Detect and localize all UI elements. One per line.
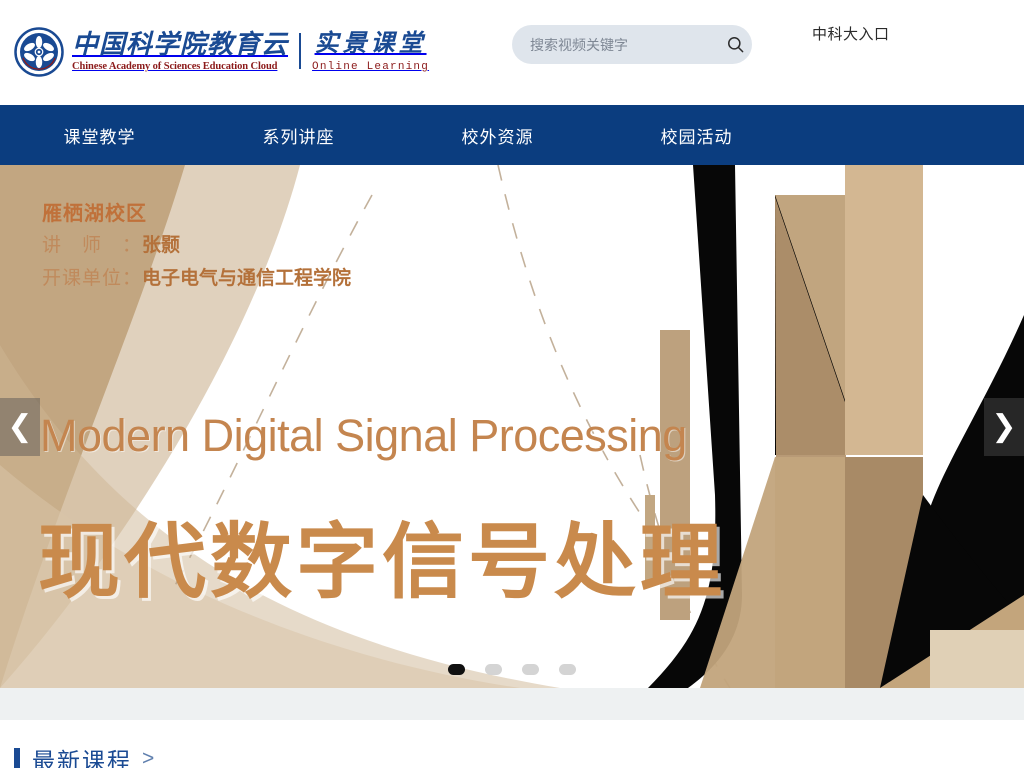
- banner-teacher-name: 张颢: [142, 235, 181, 256]
- carousel-dots: [0, 664, 1024, 675]
- brand-title-en: Chinese Academy of Sciences Education Cl…: [72, 61, 278, 73]
- nav-item-classroom-teaching[interactable]: 课堂教学: [0, 123, 199, 148]
- chevron-right-icon: ❯: [991, 409, 1017, 444]
- nav-item-campus-activities[interactable]: 校园活动: [597, 123, 796, 148]
- banner-title-english: Modern Digital Signal Processing: [40, 410, 687, 461]
- brand-main: 中国科学院教育云 Chinese Academy of Sciences Edu…: [72, 30, 289, 73]
- banner-title-chinese: 现代数字信号处理: [38, 517, 727, 608]
- hero-carousel[interactable]: 雁栖湖校区 讲 师 ：张颢 开课单位：电子电气与通信工程学院 Modern Di…: [0, 165, 1024, 688]
- latest-courses-section: 最新课程 >: [0, 720, 1024, 768]
- carousel-dot-3[interactable]: [522, 664, 539, 675]
- carousel-dot-2[interactable]: [485, 664, 502, 675]
- brand-sub: 实景课堂 Online Learning: [312, 31, 429, 72]
- section-accent-bar: [14, 747, 20, 768]
- carousel-dot-1[interactable]: [448, 664, 465, 675]
- brand-text: 中国科学院教育云 Chinese Academy of Sciences Edu…: [72, 30, 429, 73]
- chevron-left-icon: ❮: [7, 409, 33, 444]
- carousel-prev-button[interactable]: ❮: [0, 398, 40, 456]
- main-navigation: 课堂教学 系列讲座 校外资源 校园活动: [0, 105, 1024, 165]
- banner-course-meta: 雁栖湖校区 讲 师 ：张颢 开课单位：电子电气与通信工程学院: [42, 199, 351, 296]
- section-spacer: [0, 688, 1024, 720]
- nav-item-external-resources[interactable]: 校外资源: [398, 123, 597, 148]
- banner-teacher-label: 讲 师 ：: [42, 235, 143, 256]
- search-button[interactable]: [719, 25, 752, 64]
- ustc-entry-link[interactable]: 中科大入口: [812, 23, 890, 44]
- nav-item-lecture-series[interactable]: 系列讲座: [199, 123, 398, 148]
- banner-campus: 雁栖湖校区: [42, 203, 147, 225]
- latest-courses-header: 最新课程 >: [0, 720, 1024, 768]
- search-icon: [728, 37, 744, 53]
- search-box[interactable]: [512, 25, 752, 64]
- brand-subtitle-en: Online Learning: [312, 60, 430, 73]
- page-root: 中国科学院教育云 Chinese Academy of Sciences Edu…: [0, 0, 1024, 768]
- latest-courses-more-link[interactable]: >: [142, 747, 154, 768]
- search-input[interactable]: [512, 36, 719, 53]
- carousel-next-button[interactable]: ❯: [984, 398, 1024, 456]
- brand-divider: [299, 33, 302, 70]
- site-logo[interactable]: 中国科学院教育云 Chinese Academy of Sciences Edu…: [14, 27, 429, 77]
- carousel-dot-4[interactable]: [559, 664, 576, 675]
- cas-emblem-icon: [14, 27, 64, 77]
- brand-subtitle-cn: 实景课堂: [314, 31, 427, 58]
- banner-dept-label: 开课单位：: [42, 268, 143, 290]
- latest-courses-title: 最新课程: [32, 748, 132, 768]
- brand-title-cn: 中国科学院教育云: [72, 30, 289, 60]
- banner-teacher-row: 讲 师 ：张颢: [42, 229, 351, 262]
- banner-dept-row: 开课单位：电子电气与通信工程学院: [42, 262, 351, 295]
- site-header: 中国科学院教育云 Chinese Academy of Sciences Edu…: [0, 0, 1024, 105]
- banner-dept-name: 电子电气与通信工程学院: [142, 268, 352, 290]
